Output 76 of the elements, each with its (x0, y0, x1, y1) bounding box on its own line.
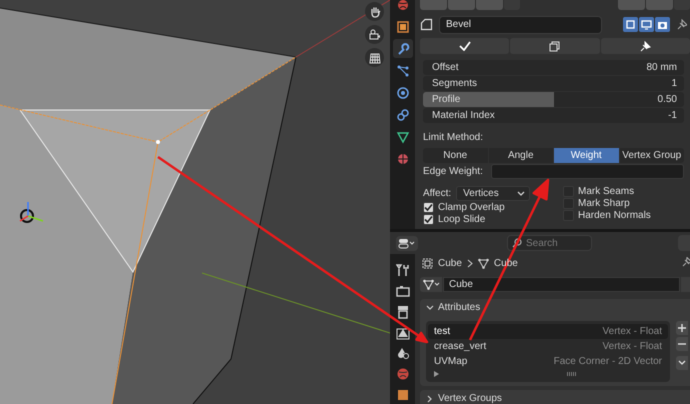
editor-type-button[interactable] (396, 236, 418, 250)
chevron-down-icon (426, 304, 434, 312)
remove-button[interactable] (676, 337, 688, 351)
chevron-icon (517, 190, 526, 196)
search-field[interactable]: Search (507, 235, 592, 251)
toggles-icon (398, 238, 416, 248)
add-button[interactable] (676, 321, 688, 335)
monitor-icon (641, 19, 652, 30)
chevron-right-icon (466, 259, 473, 268)
affect-dropdown[interactable]: Vertices (456, 186, 530, 201)
number-field[interactable]: Offset 80 mm (423, 60, 684, 75)
modifier-name-field[interactable]: Bevel (439, 16, 602, 34)
plus-icon (678, 324, 686, 332)
pin-icon (676, 19, 687, 30)
checkbox[interactable]: Loop Slide (423, 214, 486, 225)
camera-icon (368, 28, 380, 40)
mesh-icon (422, 279, 440, 290)
bevel-icon (420, 18, 433, 31)
field-label: Limit Method: (423, 132, 484, 143)
triangle-icon (396, 130, 410, 144)
checkbox[interactable]: Mark Seams (563, 186, 634, 197)
mesh-icon (478, 258, 489, 269)
number-field[interactable]: Material Index -1 (423, 108, 684, 123)
image-icon (396, 326, 410, 340)
segment-option[interactable]: None (423, 148, 488, 163)
tools-icon (396, 263, 410, 278)
object-icon (422, 258, 433, 269)
field-label: Affect: (423, 188, 452, 199)
menu-button[interactable] (676, 356, 688, 370)
nodes-icon (396, 64, 410, 78)
panel-header[interactable]: Vertex Groups (420, 390, 690, 404)
list-row[interactable]: test Vertex - Float (428, 324, 668, 339)
chevron-right-icon (426, 394, 434, 402)
number-field[interactable]: Profile 0.50 (423, 92, 684, 107)
wrench-icon (396, 42, 410, 56)
pin-button[interactable] (600, 38, 690, 54)
pin-icon (640, 40, 651, 52)
checkbox[interactable]: Clamp Overlap (423, 202, 505, 213)
edge-weight-field[interactable] (490, 164, 684, 179)
orbit-icon (396, 86, 410, 100)
grid-icon (368, 52, 380, 64)
viewport-toggle[interactable] (639, 17, 654, 32)
list-row[interactable]: crease_vert Vertex - Float (428, 339, 668, 354)
square-icon (396, 388, 410, 402)
3d-cursor-icon (20, 202, 44, 223)
number-field[interactable]: Segments 1 (423, 76, 684, 91)
square-icon (396, 20, 410, 34)
duplicate-button[interactable] (510, 38, 600, 54)
properties-tab[interactable] (392, 39, 412, 58)
check-icon (458, 41, 471, 51)
chevron-down-icon (678, 360, 686, 366)
segment-option[interactable]: Weight (554, 148, 618, 163)
copy-icon (549, 40, 560, 52)
printer-icon (396, 304, 410, 319)
sphere-icon (396, 152, 410, 166)
grip-icon (567, 372, 576, 376)
rings-icon (396, 108, 410, 122)
square-icon (625, 19, 636, 30)
camera-icon (657, 19, 668, 30)
list-row[interactable]: UVMap Face Corner - 2D Vector (428, 354, 668, 369)
mesh-dropdown[interactable] (420, 277, 442, 292)
breadcrumb-item: Cube (438, 258, 462, 269)
field-label: Edge Weight: (423, 166, 483, 177)
checkbox[interactable]: Mark Sharp (563, 198, 630, 209)
checkbox[interactable]: Harden Normals (563, 210, 651, 221)
triangle-icon (434, 371, 439, 377)
panel-header[interactable]: Attributes (420, 299, 690, 316)
hand-icon (368, 6, 380, 18)
pin-icon[interactable] (682, 257, 690, 267)
camera-icon (396, 284, 410, 298)
edit-mode-toggle[interactable] (623, 17, 638, 32)
shapes-icon (396, 346, 410, 360)
mesh-name-field[interactable]: Cube (443, 277, 680, 292)
render-toggle[interactable] (655, 17, 670, 32)
segment-option[interactable]: Vertex Group (620, 148, 684, 163)
segment-option[interactable]: Angle (488, 148, 553, 163)
